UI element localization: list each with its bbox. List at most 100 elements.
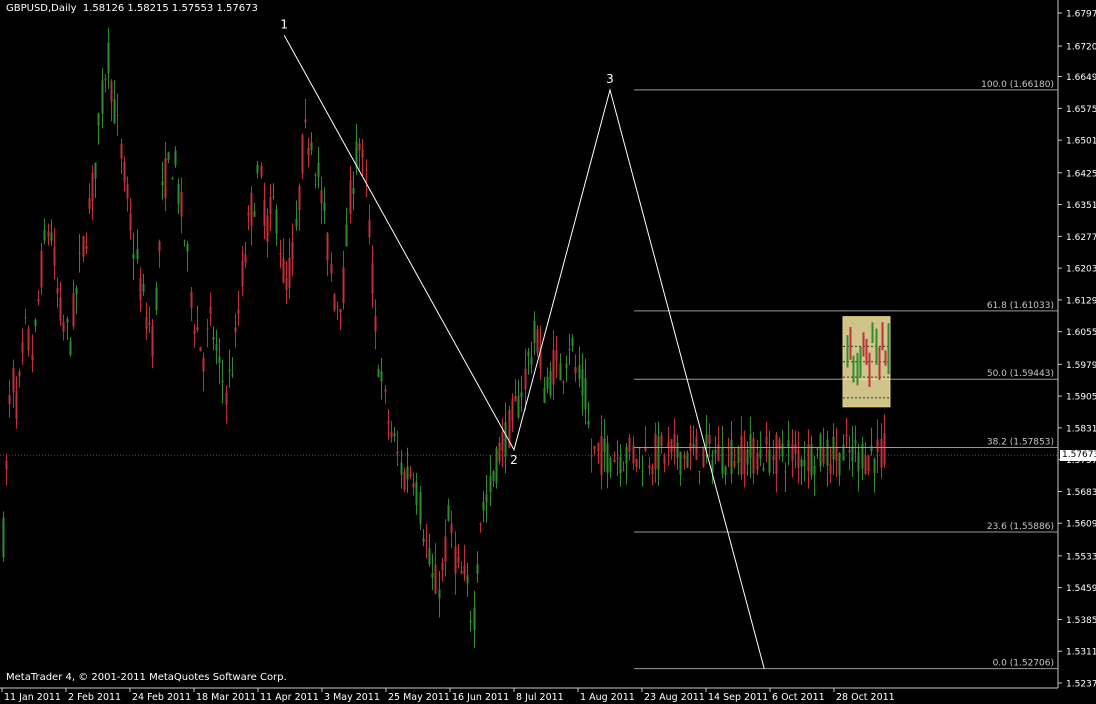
candle-body [263,200,266,227]
candle-body [705,433,708,446]
candle-body [275,209,278,234]
candle-body [215,344,218,351]
candle-body [784,471,787,473]
candle-body [393,433,396,437]
candle-body [762,468,765,471]
candle-body [59,297,62,321]
price-tick-label: 1.55330 [1066,552,1096,562]
candle-body [657,436,660,471]
candle-body [816,448,819,450]
candle-body [47,231,50,237]
candle-body [689,442,692,452]
candle-body [772,456,775,460]
candle-body [829,463,832,474]
candle-body [584,378,587,410]
candle-body [848,450,851,453]
time-tick-label: 11 Jan 2011 [4,692,61,703]
chart-header: GBPUSD,Daily 1.58126 1.58215 1.57553 1.5… [6,3,258,14]
candle-body [676,442,679,459]
candle-body [269,196,272,215]
candle-body [517,395,520,418]
candle-body [282,257,285,283]
candle-body [781,443,784,457]
price-chart[interactable]: 100.0 (1.66180) 61.8 (1.61033) 50.0 (1.594… [0,0,1096,704]
candle-body [873,458,876,474]
candle-body [524,368,527,390]
candle-body [810,444,813,476]
candle-body [749,434,752,458]
candle-body [310,142,313,151]
candle-body [400,462,403,475]
candle-body [692,443,695,447]
candle-body [113,99,116,124]
candle-body [450,523,453,534]
ohlc-values: 1.58126 1.58215 1.57553 1.57673 [82,3,258,14]
candle-body [85,245,88,249]
candle-body [730,439,733,474]
candle-body [565,363,568,368]
candle-body [660,435,663,446]
time-tick-label: 11 Apr 2011 [260,692,319,703]
candle-body [291,242,294,260]
fib-level-label: 100.0 (1.66180) [981,80,1054,90]
candle-body [574,367,577,374]
candle-body [145,316,148,329]
candle-body [412,483,415,488]
candle-body [555,350,558,361]
candle-body [717,444,720,461]
candle-body [419,491,422,524]
candle-body [775,434,778,474]
candle-body [597,442,600,452]
candle-body [349,180,352,214]
candle-body [428,548,431,565]
candle-body [101,80,104,114]
candle-body [463,565,466,575]
chart-window[interactable]: 100.0 (1.66180) 61.8 (1.61033) 50.0 (1.594… [0,0,1096,704]
candle-body [826,439,829,466]
candle-body [31,354,34,361]
candle-body [396,451,399,454]
candle-body [883,432,886,465]
candle-body [190,291,193,309]
fib-level-label: 0.0 (1.52706) [993,659,1054,669]
fib-level-label: 50.0 (1.59443) [987,369,1054,379]
candle-body [743,449,746,475]
candle-body [241,260,244,287]
time-tick-label: 8 Jul 2011 [516,692,564,703]
candle-body [514,395,517,402]
candle-body [380,371,383,382]
candle-body [323,202,326,211]
candle-body [501,431,504,452]
candle-body [24,316,27,318]
time-tick-label: 1 Aug 2011 [580,692,635,703]
candle-body [632,445,635,464]
candle-body [654,433,657,469]
candle-body [390,431,393,438]
candle-body [164,158,167,199]
fib-level-label: 61.8 (1.61033) [987,301,1054,311]
candle-body [244,254,247,264]
candle-body [434,564,437,594]
candle-body [854,440,857,444]
candle-body [876,439,879,453]
price-tick-label: 1.67970 [1066,10,1096,20]
candle-body [43,229,46,241]
price-tick-label: 1.56090 [1066,520,1096,530]
candle-body [342,267,345,303]
price-tick-label: 1.65010 [1066,137,1096,147]
candle-body [880,438,883,468]
candle-body [209,306,212,314]
candle-body [314,174,317,176]
zigzag-point-label: 2 [510,453,518,467]
candle-body [724,466,727,476]
candle-body [667,441,670,448]
candle-body [447,505,450,522]
candle-body [148,322,151,326]
price-tick-label: 1.63510 [1066,201,1096,211]
price-tick-label: 1.54590 [1066,584,1096,594]
candle-body [651,466,654,475]
candle-body [670,438,673,453]
candle-body [714,450,717,454]
candle-body [237,309,240,314]
candle-body [374,316,377,332]
